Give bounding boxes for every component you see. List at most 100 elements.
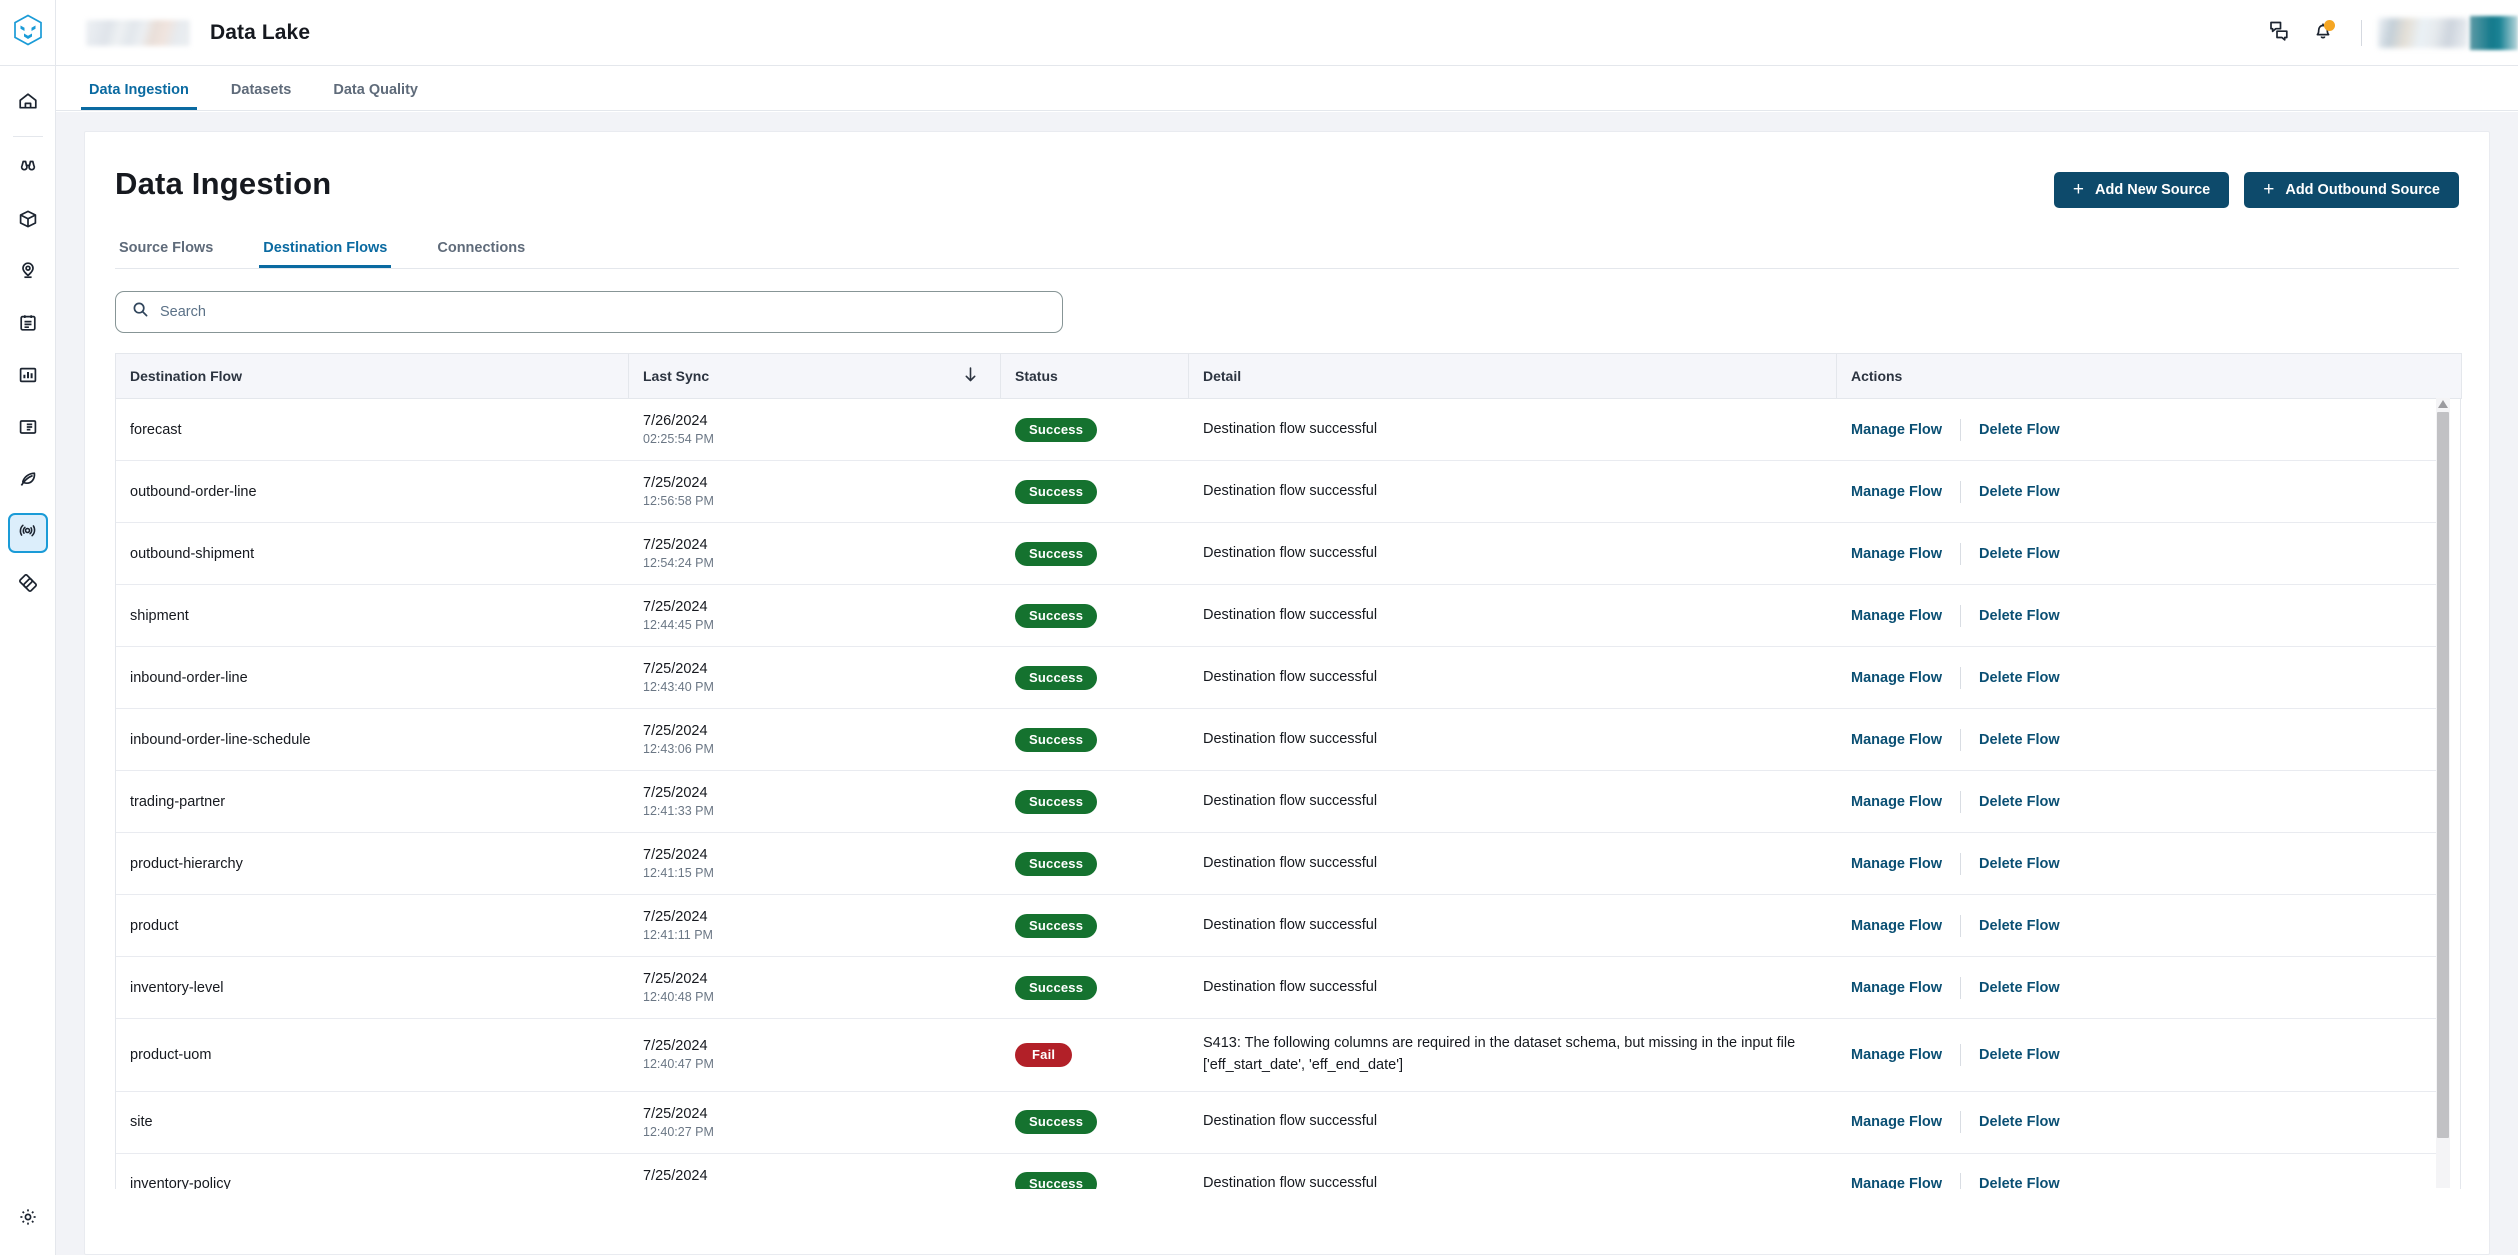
sidebar-item-analytics[interactable]: [8, 357, 48, 397]
table-row[interactable]: outbound-order-line7/25/202412:56:58 PMS…: [116, 461, 2445, 523]
destination-flows-table: Destination Flow Last Sync Status Detail: [115, 353, 2459, 1189]
tab-datasets[interactable]: Datasets: [223, 82, 299, 110]
sidebar-item-reports[interactable]: [8, 409, 48, 449]
scrollbar-thumb[interactable]: [2437, 412, 2449, 1138]
search-box[interactable]: [115, 291, 1063, 333]
action-divider: [1960, 1044, 1961, 1066]
search-icon: [132, 301, 149, 323]
sidebar-item-settings[interactable]: [8, 1199, 48, 1239]
manage-flow-link[interactable]: Manage Flow: [1851, 732, 1942, 748]
delete-flow-link[interactable]: Delete Flow: [1979, 980, 2060, 996]
binoculars-icon: [17, 156, 39, 183]
search-input[interactable]: [160, 304, 1046, 320]
table-row[interactable]: product-uom7/25/202412:40:47 PMFailS413:…: [116, 1019, 2445, 1092]
manage-flow-link[interactable]: Manage Flow: [1851, 546, 1942, 562]
last-sync-date: 7/25/2024: [643, 847, 987, 863]
manage-flow-link[interactable]: Manage Flow: [1851, 980, 1942, 996]
delete-flow-link[interactable]: Delete Flow: [1979, 484, 2060, 500]
redacted-brand-logo: [86, 20, 190, 46]
detail-text: Destination flow successful: [1203, 791, 1823, 813]
tab-data-quality[interactable]: Data Quality: [325, 82, 426, 110]
cell-status: Success: [1001, 709, 1189, 771]
column-detail[interactable]: Detail: [1189, 354, 1837, 399]
cell-last-sync: 7/25/202412:44:45 PM: [629, 585, 1001, 647]
table-row[interactable]: forecast7/26/202402:25:54 PMSuccessDesti…: [116, 399, 2445, 461]
brand-logo-cell[interactable]: [0, 0, 56, 66]
table-row[interactable]: product-hierarchy7/25/202412:41:15 PMSuc…: [116, 833, 2445, 895]
manage-flow-link[interactable]: Manage Flow: [1851, 608, 1942, 624]
cell-actions: Manage Flow Delete Flow: [1837, 709, 2445, 771]
cell-actions: Manage Flow Delete Flow: [1837, 833, 2445, 895]
manage-flow-link[interactable]: Manage Flow: [1851, 1114, 1942, 1130]
manage-flow-link[interactable]: Manage Flow: [1851, 794, 1942, 810]
table-row[interactable]: product7/25/202412:41:11 PMSuccessDestin…: [116, 895, 2445, 957]
cube-logo-icon: [13, 14, 43, 51]
manage-flow-link[interactable]: Manage Flow: [1851, 422, 1942, 438]
column-last-sync-label: Last Sync: [643, 368, 709, 384]
column-status[interactable]: Status: [1001, 354, 1189, 399]
row-actions: Manage Flow Delete Flow: [1851, 605, 2431, 627]
row-actions: Manage Flow Delete Flow: [1851, 977, 2431, 999]
cell-destination-flow: forecast: [116, 399, 629, 461]
notifications-button[interactable]: [2301, 11, 2345, 55]
delete-flow-link[interactable]: Delete Flow: [1979, 422, 2060, 438]
table-row[interactable]: site7/25/202412:40:27 PMSuccessDestinati…: [116, 1091, 2445, 1153]
action-divider: [1960, 419, 1961, 441]
table-row[interactable]: inventory-level7/25/202412:40:48 PMSucce…: [116, 957, 2445, 1019]
add-outbound-source-button[interactable]: + Add Outbound Source: [2244, 172, 2459, 208]
sidebar-item-integrations[interactable]: [8, 565, 48, 605]
sidebar-item-home[interactable]: [8, 83, 48, 123]
cell-detail: Destination flow successful: [1189, 461, 1837, 523]
delete-flow-link[interactable]: Delete Flow: [1979, 1114, 2060, 1130]
delete-flow-link[interactable]: Delete Flow: [1979, 1047, 2060, 1063]
tab-data-ingestion[interactable]: Data Ingestion: [81, 82, 197, 110]
sidebar-item-locations[interactable]: [8, 253, 48, 293]
table-vertical-scrollbar[interactable]: [2436, 398, 2450, 1188]
table-row[interactable]: inbound-order-line7/25/202412:43:40 PMSu…: [116, 647, 2445, 709]
manage-flow-link[interactable]: Manage Flow: [1851, 1047, 1942, 1063]
delete-flow-link[interactable]: Delete Flow: [1979, 670, 2060, 686]
delete-flow-link[interactable]: Delete Flow: [1979, 918, 2060, 934]
cell-destination-flow: inbound-order-line: [116, 647, 629, 709]
action-divider: [1960, 481, 1961, 503]
scroll-up-arrow-icon[interactable]: [2438, 400, 2448, 408]
tab-connections[interactable]: Connections: [433, 240, 529, 268]
column-last-sync[interactable]: Last Sync: [629, 354, 1001, 399]
delete-flow-link[interactable]: Delete Flow: [1979, 732, 2060, 748]
sidebar-item-shipments[interactable]: [8, 201, 48, 241]
list-details-icon: [17, 416, 39, 443]
feedback-button[interactable]: [2257, 11, 2301, 55]
detail-text: Destination flow successful: [1203, 419, 1823, 441]
column-destination-flow[interactable]: Destination Flow: [116, 354, 629, 399]
sidebar-item-orders[interactable]: [8, 305, 48, 345]
sidebar-item-data-lake[interactable]: [8, 513, 48, 553]
table-body-scroll-area[interactable]: forecast7/26/202402:25:54 PMSuccessDesti…: [115, 399, 2461, 1189]
cell-status: Success: [1001, 647, 1189, 709]
cell-actions: Manage Flow Delete Flow: [1837, 1019, 2445, 1092]
add-new-source-button[interactable]: + Add New Source: [2054, 172, 2229, 208]
sidebar-item-visibility[interactable]: [8, 149, 48, 189]
tab-destination-flows[interactable]: Destination Flows: [259, 240, 391, 268]
tab-source-flows[interactable]: Source Flows: [115, 240, 217, 268]
sidebar-item-sustainability[interactable]: [8, 461, 48, 501]
table-row[interactable]: inbound-order-line-schedule7/25/202412:4…: [116, 709, 2445, 771]
table-row[interactable]: inventory-policy7/25/202412:39:53 PMSucc…: [116, 1153, 2445, 1189]
delete-flow-link[interactable]: Delete Flow: [1979, 794, 2060, 810]
delete-flow-link[interactable]: Delete Flow: [1979, 546, 2060, 562]
manage-flow-link[interactable]: Manage Flow: [1851, 856, 1942, 872]
table-row[interactable]: shipment7/25/202412:44:45 PMSuccessDesti…: [116, 585, 2445, 647]
delete-flow-link[interactable]: Delete Flow: [1979, 608, 2060, 624]
action-divider: [1960, 1173, 1961, 1189]
table-row[interactable]: trading-partner7/25/202412:41:33 PMSucce…: [116, 771, 2445, 833]
manage-flow-link[interactable]: Manage Flow: [1851, 918, 1942, 934]
manage-flow-link[interactable]: Manage Flow: [1851, 670, 1942, 686]
table-row[interactable]: outbound-shipment7/25/202412:54:24 PMSuc…: [116, 523, 2445, 585]
row-actions: Manage Flow Delete Flow: [1851, 1173, 2431, 1189]
delete-flow-link[interactable]: Delete Flow: [1979, 1176, 2060, 1189]
delete-flow-link[interactable]: Delete Flow: [1979, 856, 2060, 872]
action-divider: [1960, 853, 1961, 875]
avatar[interactable]: [2470, 16, 2518, 50]
manage-flow-link[interactable]: Manage Flow: [1851, 484, 1942, 500]
redacted-user-name[interactable]: [2378, 18, 2468, 48]
manage-flow-link[interactable]: Manage Flow: [1851, 1176, 1942, 1189]
